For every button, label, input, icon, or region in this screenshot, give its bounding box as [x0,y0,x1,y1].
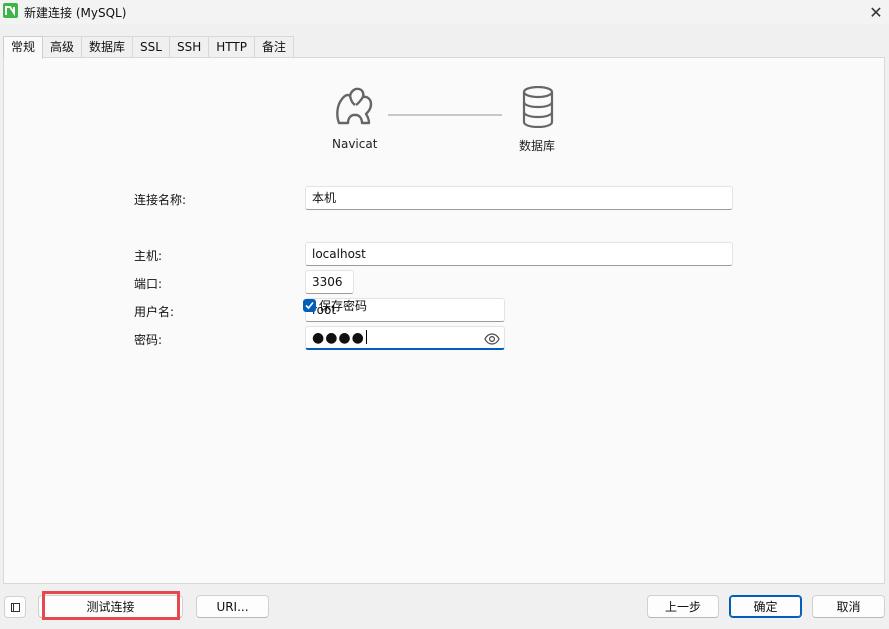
connection-name-label: 连接名称: [134,193,187,207]
save-password-label[interactable]: 保存密码 [319,297,367,314]
tab-notes[interactable]: 备注 [253,36,294,58]
cancel-button[interactable]: 取消 [812,595,885,618]
connection-line [388,114,502,116]
tab-databases[interactable]: 数据库 [81,36,134,58]
uri-button[interactable]: URI... [196,595,269,618]
database-icon [521,85,555,131]
tab-http[interactable]: HTTP [208,36,255,58]
previous-button[interactable]: 上一步 [647,595,719,618]
username-label: 用户名: [134,305,175,319]
save-password-checkbox[interactable] [303,299,316,312]
test-connection-button[interactable]: 测试连接 [38,595,183,618]
ok-button[interactable]: 确定 [729,595,802,618]
host-input[interactable]: localhost [305,242,733,266]
navicat-label: Navicat [332,137,378,151]
navicat-logo-icon [333,85,375,130]
connection-name-input[interactable]: 本机 [305,186,733,210]
tab-advanced[interactable]: 高级 [42,36,83,58]
navicat-app-icon [3,3,18,18]
tab-ssl[interactable]: SSL [132,36,170,58]
sidebar-toggle-icon [11,603,20,612]
host-label: 主机: [134,249,163,263]
window-title: 新建连接 (MySQL) [24,6,127,20]
password-label: 密码: [134,333,163,347]
tab-bar: 常规 高级 数据库 SSL SSH HTTP 备注 [3,36,294,59]
tab-general[interactable]: 常规 [3,36,44,59]
password-input[interactable]: ●●●● [305,326,505,350]
eye-icon[interactable] [484,331,500,353]
tab-ssh[interactable]: SSH [168,36,210,58]
port-label: 端口: [134,277,163,291]
port-input[interactable]: 3306 [305,270,354,294]
close-button[interactable]: ✕ [863,0,889,24]
title-bar: 新建连接 (MySQL) ✕ [0,0,889,24]
text-caret [365,330,367,344]
database-label: 数据库 [519,139,556,153]
panel-toggle-button[interactable] [4,596,26,618]
password-masked-value: ●●●● [312,330,365,346]
